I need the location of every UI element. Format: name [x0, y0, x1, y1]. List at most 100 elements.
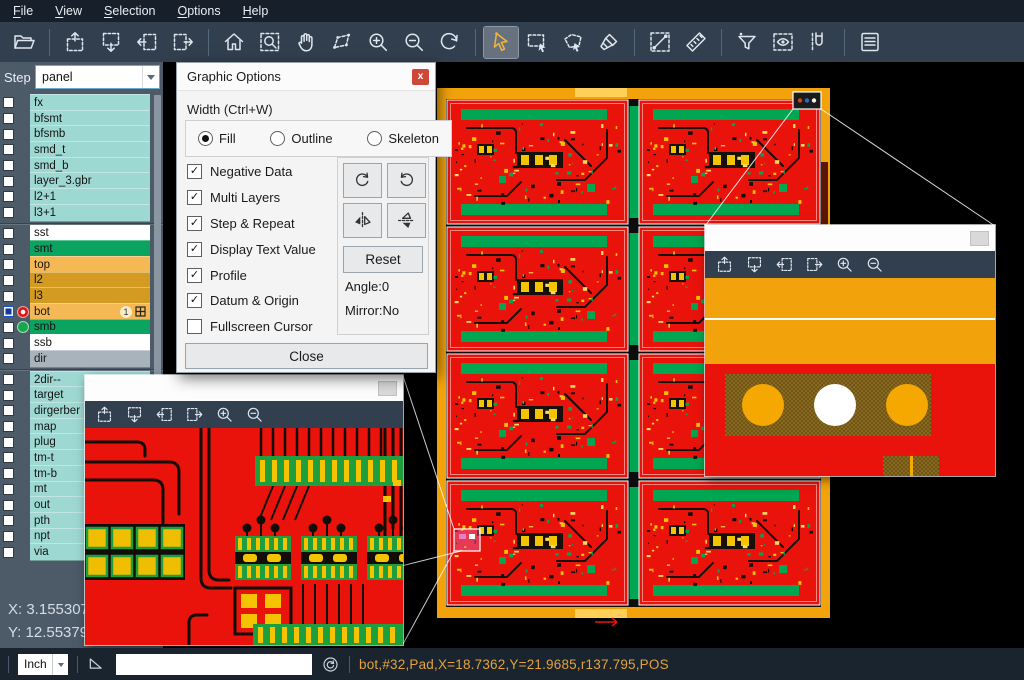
matrix-icon[interactable] [135, 306, 146, 317]
pan-up-box-button[interactable] [58, 27, 92, 58]
layer-checkbox[interactable] [3, 437, 14, 448]
layer-checkbox[interactable] [3, 484, 14, 495]
layer-checkbox[interactable] [3, 468, 14, 479]
view-eye-button[interactable] [766, 27, 800, 58]
zoom-in-button[interactable] [361, 27, 395, 58]
pan-left-box-button[interactable] [155, 405, 174, 424]
flip-v-button[interactable] [387, 203, 426, 238]
layer-row-bot[interactable]: bot1 [0, 304, 163, 320]
pan-right-box-button[interactable] [166, 27, 200, 58]
home-button[interactable] [217, 27, 251, 58]
layer-row-layer-3-gbr[interactable]: layer_3.gbr [0, 173, 163, 189]
layer-checkbox[interactable] [3, 531, 14, 542]
layer-checkbox[interactable] [3, 452, 14, 463]
layer-row-bfsmb[interactable]: bfsmb [0, 126, 163, 142]
reset-button[interactable]: Reset [343, 246, 423, 273]
layer-checkbox[interactable] [3, 228, 14, 239]
layer-checkbox[interactable] [3, 275, 14, 286]
magnifier-window-right[interactable] [705, 225, 995, 476]
layer-row-dir[interactable]: dir [0, 351, 163, 367]
zoom-in-button[interactable] [215, 405, 234, 424]
zoom-region-button[interactable] [253, 27, 287, 58]
magnifier-window-left[interactable] [85, 375, 403, 645]
menu-view[interactable]: View [44, 0, 93, 22]
collapse-button[interactable] [378, 381, 397, 396]
radio-circle[interactable] [198, 131, 213, 146]
pan-right-box-button[interactable] [185, 405, 204, 424]
radio-circle[interactable] [270, 131, 285, 146]
close-button[interactable]: Close [185, 343, 428, 369]
checkbox-box[interactable]: ✓ [187, 190, 202, 205]
layer-checkbox[interactable] [3, 291, 14, 302]
layer-checkbox[interactable] [3, 176, 14, 187]
magnifier-title-bar[interactable] [85, 375, 403, 401]
layer-checkbox[interactable] [3, 547, 14, 558]
checkbox-fullscreen-cursor[interactable]: Fullscreen Cursor [187, 314, 316, 340]
pan-down-box-button[interactable] [125, 405, 144, 424]
checkbox-box[interactable]: ✓ [187, 242, 202, 257]
checkbox-box[interactable] [187, 319, 202, 334]
layer-checkbox[interactable] [3, 390, 14, 401]
layer-row-ssb[interactable]: ssb [0, 335, 163, 351]
ruler-button[interactable] [679, 27, 713, 58]
layer-checkbox[interactable] [3, 191, 14, 202]
pan-left-box-button[interactable] [775, 255, 794, 274]
layer-checkbox[interactable] [3, 207, 14, 218]
folder-open-button[interactable] [7, 27, 41, 58]
layer-row-top[interactable]: top [0, 257, 163, 273]
refresh-icon[interactable] [321, 655, 340, 674]
collapse-button[interactable] [970, 231, 989, 246]
pan-hand-button[interactable] [289, 27, 323, 58]
snap-magnet-button[interactable] [802, 27, 836, 58]
layer-row-sst[interactable]: sst [0, 226, 163, 242]
layer-checkbox[interactable] [3, 515, 14, 526]
layer-checkbox[interactable] [3, 306, 14, 317]
layer-row-smb[interactable]: smb [0, 320, 163, 336]
measure-line-button[interactable] [643, 27, 677, 58]
menu-file[interactable]: File [2, 0, 44, 22]
radio-skeleton[interactable]: Skeleton [367, 131, 439, 146]
layer-checkbox[interactable] [3, 113, 14, 124]
checkbox-box[interactable]: ✓ [187, 216, 202, 231]
pan-up-box-button[interactable] [715, 255, 734, 274]
checkbox-box[interactable]: ✓ [187, 164, 202, 179]
checkbox-box[interactable]: ✓ [187, 268, 202, 283]
magnifier-title-bar[interactable] [705, 225, 995, 251]
layer-row-l2-1[interactable]: l2+1 [0, 189, 163, 205]
layer-checkbox[interactable] [3, 160, 14, 171]
layer-checkbox[interactable] [3, 338, 14, 349]
layer-checkbox[interactable] [3, 129, 14, 140]
angle-mode-icon[interactable] [87, 654, 107, 674]
pan-left-box-button[interactable] [130, 27, 164, 58]
layer-row-smd-b[interactable]: smd_b [0, 158, 163, 174]
menu-help[interactable]: Help [232, 0, 280, 22]
layer-list-button[interactable] [853, 27, 887, 58]
pan-down-box-button[interactable] [94, 27, 128, 58]
zoom-out-button[interactable] [245, 405, 264, 424]
unit-select[interactable]: Inch [18, 654, 68, 675]
poly-select-button[interactable] [556, 27, 590, 58]
layer-checkbox[interactable] [3, 500, 14, 511]
select-cursor-button[interactable] [484, 27, 518, 58]
layer-checkbox[interactable] [3, 244, 14, 255]
layer-checkbox[interactable] [3, 97, 14, 108]
layer-row-fx[interactable]: fx [0, 95, 163, 111]
layer-checkbox[interactable] [3, 353, 14, 364]
radio-outline[interactable]: Outline [270, 131, 332, 146]
filter-funnel-button[interactable] [730, 27, 764, 58]
pan-up-box-button[interactable] [95, 405, 114, 424]
pan-down-box-button[interactable] [745, 255, 764, 274]
radio-circle[interactable] [367, 131, 382, 146]
checkbox-datum-origin[interactable]: ✓Datum & Origin [187, 288, 316, 314]
layer-row-smt[interactable]: smt [0, 241, 163, 257]
zoom-polygon-button[interactable] [325, 27, 359, 58]
layer-row-l3[interactable]: l3 [0, 288, 163, 304]
step-select[interactable]: panel [35, 65, 160, 89]
checkbox-display-text-value[interactable]: ✓Display Text Value [187, 236, 316, 262]
layer-checkbox[interactable] [3, 144, 14, 155]
menu-selection[interactable]: Selection [93, 0, 166, 22]
rotate-ccw-button[interactable] [387, 163, 426, 198]
layer-checkbox[interactable] [3, 421, 14, 432]
rect-select-button[interactable] [520, 27, 554, 58]
close-icon[interactable]: x [412, 69, 429, 85]
